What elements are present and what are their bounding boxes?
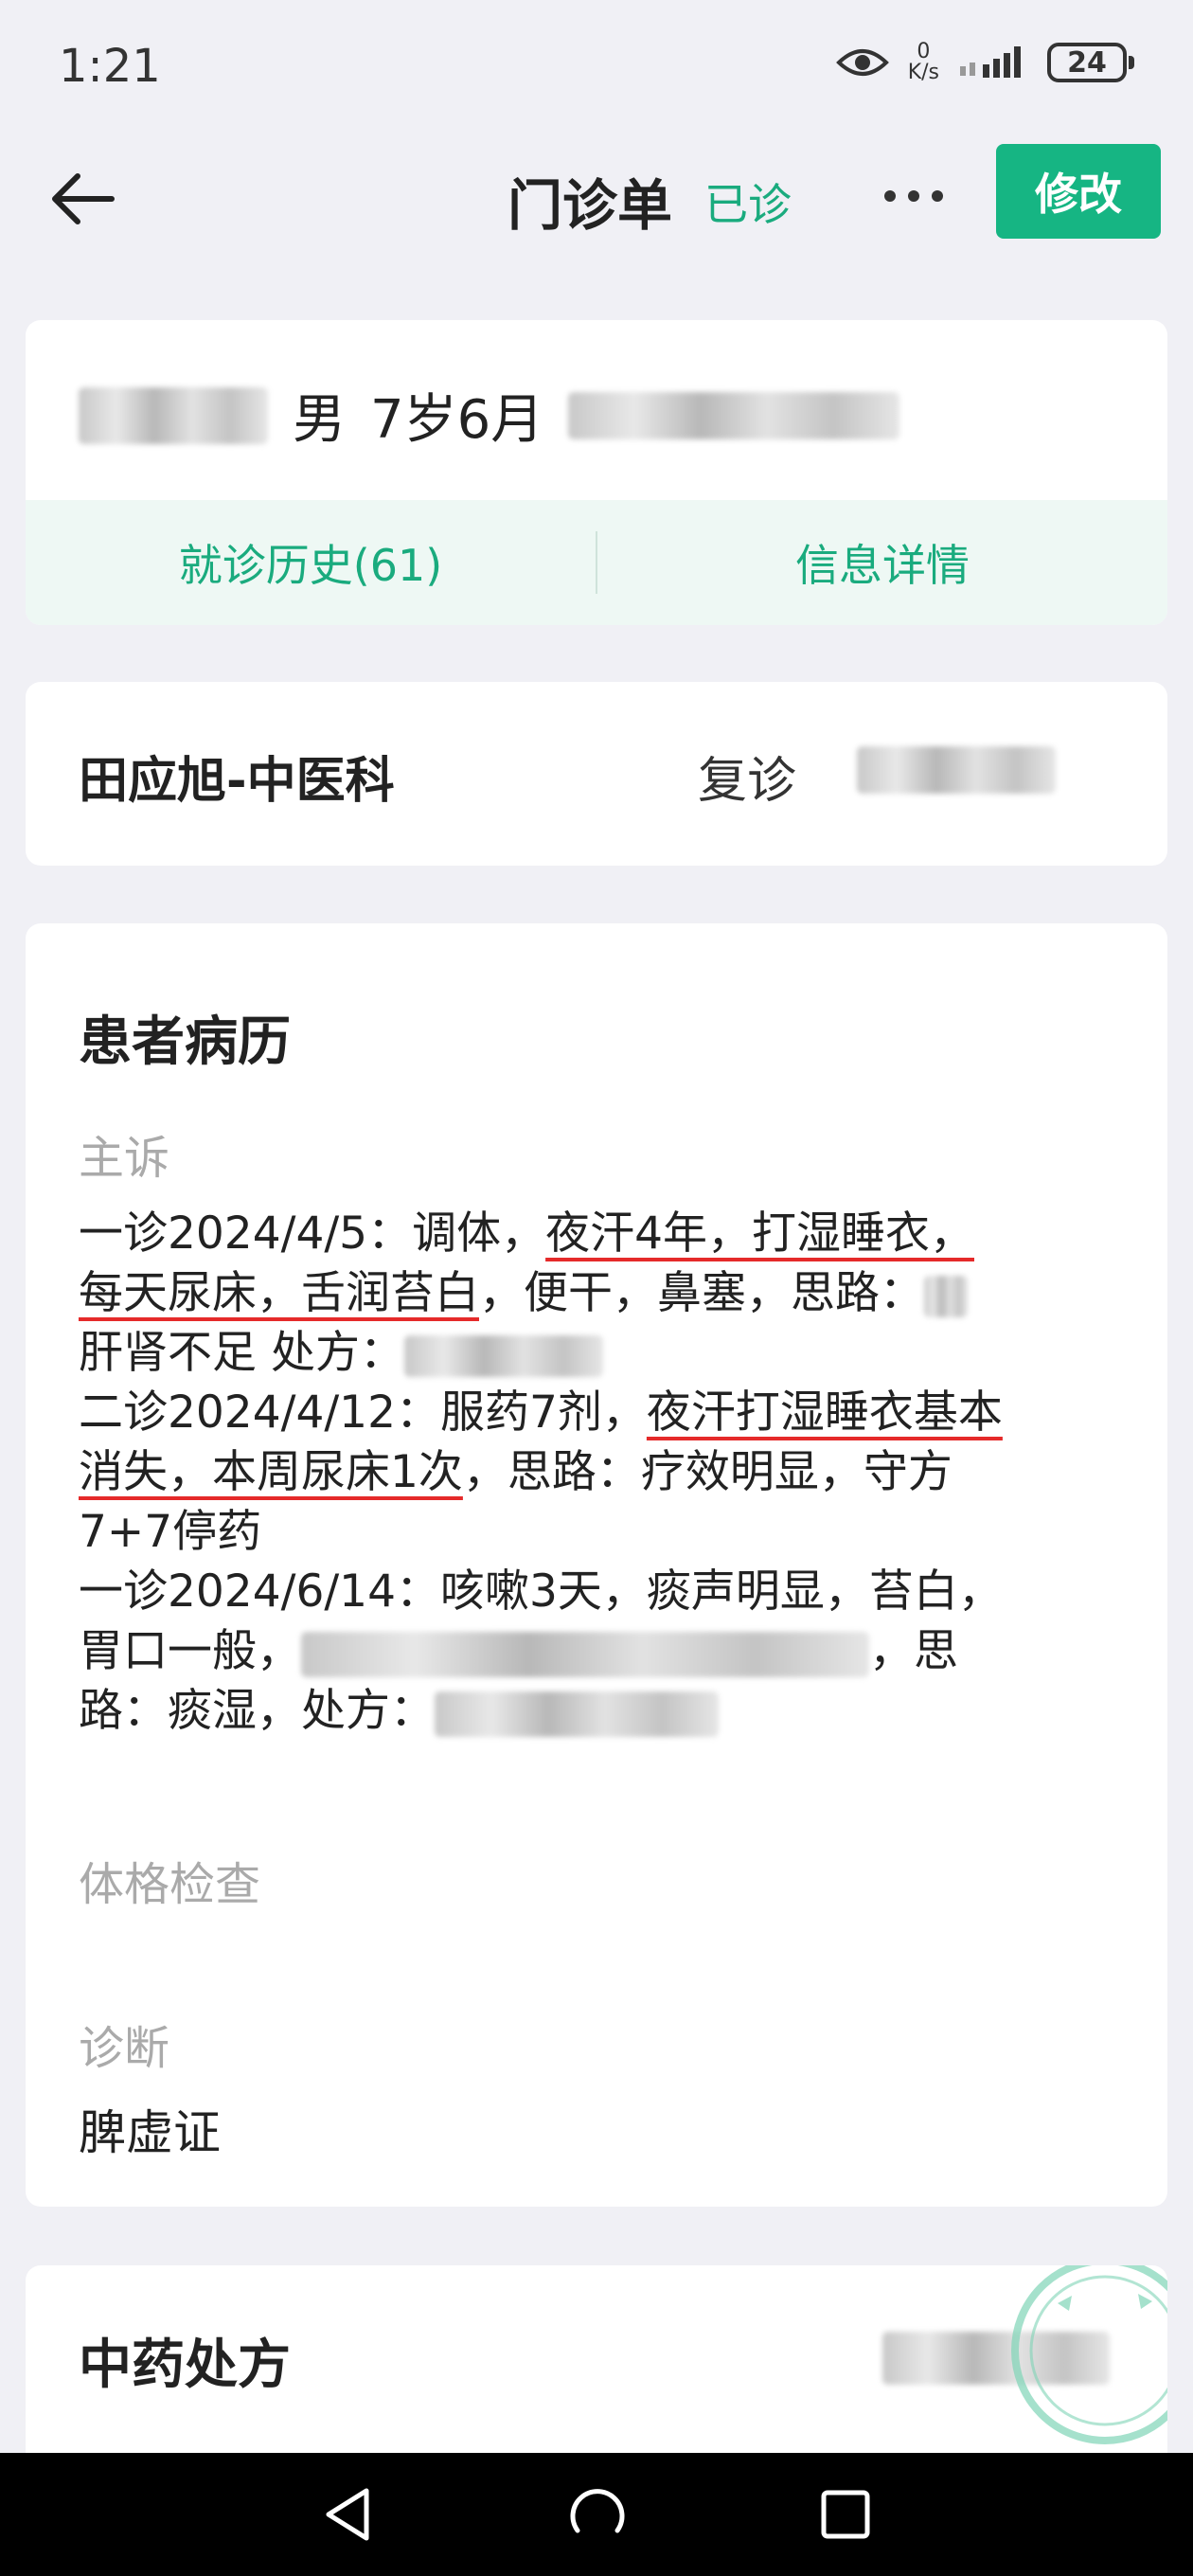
redacted-text <box>924 1275 968 1317</box>
status-icons: 0 K/s 24 <box>835 42 1134 83</box>
medical-record-card: 患者病历 主诉 一诊2024/4/5：调体，夜汗4年，打湿睡衣， 每天尿床，舌润… <box>26 923 1167 2207</box>
battery-level: 24 <box>1067 45 1107 80</box>
more-dots-icon[interactable] <box>881 182 947 210</box>
patient-info-row: 男 7岁6月 <box>79 377 900 454</box>
status-badge: 已诊 <box>704 179 792 230</box>
complaint-text: 一诊2024/4/5：调体，夜汗4年，打湿睡衣， 每天尿床，舌润苔白，便干，鼻塞… <box>79 1204 1139 1741</box>
nav-recent-icon[interactable] <box>812 2481 879 2548</box>
diagnosis-value: 脾虚证 <box>79 2105 221 2160</box>
complaint-label: 主诉 <box>79 1132 170 1185</box>
edit-button[interactable]: 修改 <box>996 144 1161 239</box>
redacted-text <box>403 1334 603 1377</box>
signal-icon <box>960 46 1021 78</box>
net-speed-value: 0 <box>917 40 931 63</box>
doctor-department: 田应旭-中医科 <box>79 753 395 810</box>
net-speed: 0 K/s <box>908 42 939 83</box>
eye-icon <box>835 49 889 76</box>
complaint-line: 肝肾不足 处方： <box>79 1323 1139 1383</box>
complaint-line: 胃口一般， ，思 <box>79 1625 958 1677</box>
visit-card: 田应旭-中医科 复诊 <box>26 682 1167 866</box>
status-bar: 1:21 0 K/s 24 <box>0 0 1193 133</box>
nav-home-icon[interactable] <box>564 2481 631 2548</box>
diagnosis-label: 诊断 <box>79 2022 170 2075</box>
stamp-icon <box>1011 2265 1167 2444</box>
patient-actions: 就诊历史(61) 信息详情 <box>26 500 1167 625</box>
visit-history-link[interactable]: 就诊历史(61) <box>26 531 596 594</box>
patient-card: 男 7岁6月 就诊历史(61) 信息详情 <box>26 320 1167 625</box>
patient-id-redacted <box>568 391 900 439</box>
net-speed-unit: K/s <box>907 61 939 84</box>
patient-age: 7岁6月 <box>370 389 544 451</box>
patient-name-redacted <box>79 386 268 444</box>
complaint-line: 消失，本周尿床1次，思路：疗效明显，守方 <box>79 1446 953 1498</box>
complaint-line: 二诊2024/4/12：服药7剂，夜汗打湿睡衣基本 <box>79 1386 1003 1439</box>
nav-bar: 门诊单 已诊 修改 <box>0 133 1193 260</box>
info-details-link[interactable]: 信息详情 <box>597 531 1167 594</box>
redacted-text <box>435 1690 719 1737</box>
system-nav-bar <box>0 2453 1193 2576</box>
arrow-left-icon[interactable] <box>45 161 121 237</box>
complaint-line: 7+7停药 <box>79 1506 262 1558</box>
complaint-line: 每天尿床，舌润苔白，便干，鼻塞，思路： <box>79 1263 1139 1323</box>
complaint-line: 一诊2024/6/14：咳嗽3天，痰声明显，苔白， <box>79 1565 1003 1618</box>
battery-indicator: 24 <box>1047 43 1134 82</box>
visit-type: 复诊 <box>698 753 797 810</box>
complaint-line: 路：痰湿，处方： <box>79 1681 1139 1741</box>
visit-time-redacted <box>857 746 1056 794</box>
status-time: 1:21 <box>59 40 161 93</box>
patient-gender: 男 <box>293 389 346 451</box>
herbal-title: 中药处方 <box>79 2334 291 2396</box>
complaint-line: 一诊2024/4/5：调体，夜汗4年，打湿睡衣， <box>79 1208 974 1260</box>
physical-exam-label: 体格检查 <box>79 1858 261 1911</box>
nav-back-icon[interactable] <box>317 2481 383 2548</box>
redacted-text <box>301 1631 869 1677</box>
page-title: 门诊单 <box>507 173 673 238</box>
section-title: 患者病历 <box>79 1011 291 1073</box>
